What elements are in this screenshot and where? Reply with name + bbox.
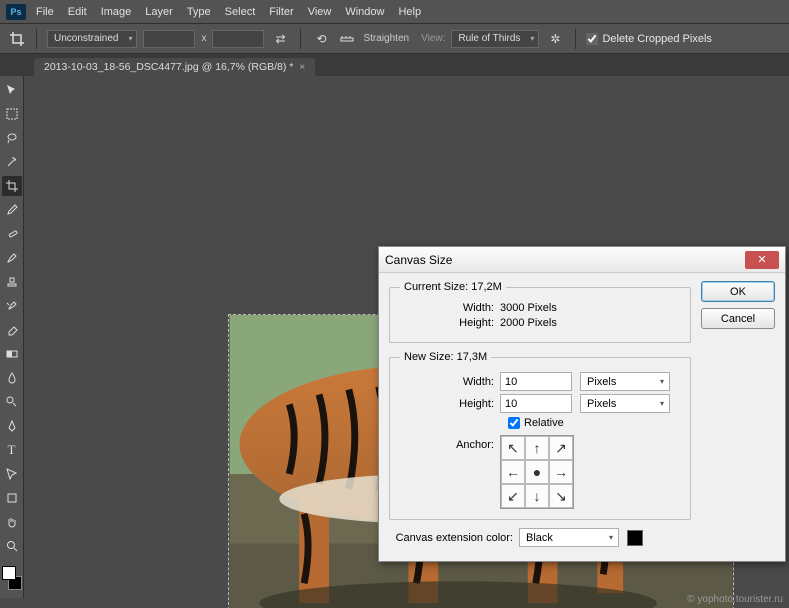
shape-tool-icon[interactable] bbox=[2, 488, 22, 508]
anchor-e[interactable]: → bbox=[549, 460, 573, 484]
menu-view[interactable]: View bbox=[308, 6, 332, 18]
watermark: © yophoto.tourister.ru bbox=[687, 594, 783, 605]
current-size-group: Current Size: 17,2M Width: 3000 Pixels H… bbox=[389, 281, 691, 343]
zoom-tool-icon[interactable] bbox=[2, 536, 22, 556]
wand-tool-icon[interactable] bbox=[2, 152, 22, 172]
document-tab[interactable]: 2013-10-03_18-56_DSC4477.jpg @ 16,7% (RG… bbox=[34, 58, 315, 76]
stamp-tool-icon[interactable] bbox=[2, 272, 22, 292]
extension-color-select[interactable]: Black bbox=[519, 528, 619, 547]
menu-bar: Ps File Edit Image Layer Type Select Fil… bbox=[0, 0, 789, 24]
new-size-group: New Size: 17,3M Width: Pixels Height: Pi… bbox=[389, 351, 691, 520]
fg-color-swatch[interactable] bbox=[2, 566, 16, 580]
anchor-w[interactable]: ← bbox=[501, 460, 525, 484]
current-width-label: Width: bbox=[400, 302, 500, 314]
divider bbox=[575, 29, 576, 49]
dialog-title-bar[interactable]: Canvas Size ✕ bbox=[379, 247, 785, 273]
straighten-label: Straighten bbox=[363, 33, 409, 44]
x-label: x bbox=[201, 33, 206, 44]
brush-tool-icon[interactable] bbox=[2, 248, 22, 268]
cancel-button[interactable]: Cancel bbox=[701, 308, 775, 329]
gear-icon[interactable]: ✲ bbox=[545, 29, 565, 49]
anchor-center[interactable]: ● bbox=[525, 460, 549, 484]
anchor-ne[interactable]: ↗ bbox=[549, 436, 573, 460]
eraser-tool-icon[interactable] bbox=[2, 320, 22, 340]
canvas-size-dialog: Canvas Size ✕ Current Size: 17,2M Width:… bbox=[378, 246, 786, 562]
menu-layer[interactable]: Layer bbox=[145, 6, 173, 18]
workspace: Canvas Size ✕ Current Size: 17,2M Width:… bbox=[0, 76, 789, 608]
view-mode-select[interactable]: Rule of Thirds bbox=[451, 30, 539, 48]
menu-filter[interactable]: Filter bbox=[269, 6, 293, 18]
menu-type[interactable]: Type bbox=[187, 6, 211, 18]
marquee-tool-icon[interactable] bbox=[2, 104, 22, 124]
new-height-unit-select[interactable]: Pixels bbox=[580, 394, 670, 413]
document-tab-bar: 2013-10-03_18-56_DSC4477.jpg @ 16,7% (RG… bbox=[0, 54, 789, 76]
anchor-s[interactable]: ↓ bbox=[525, 484, 549, 508]
anchor-nw[interactable]: ↖ bbox=[501, 436, 525, 460]
new-width-unit-select[interactable]: Pixels bbox=[580, 372, 670, 391]
extension-color-label: Canvas extension color: bbox=[389, 532, 519, 544]
anchor-sw[interactable]: ↙ bbox=[501, 484, 525, 508]
canvas-region[interactable]: Canvas Size ✕ Current Size: 17,2M Width:… bbox=[24, 76, 789, 608]
app-logo: Ps bbox=[6, 4, 26, 20]
menu-select[interactable]: Select bbox=[225, 6, 256, 18]
close-icon[interactable]: × bbox=[299, 62, 305, 73]
divider bbox=[300, 29, 301, 49]
new-height-input[interactable] bbox=[500, 394, 572, 413]
menu-file[interactable]: File bbox=[36, 6, 54, 18]
menu-image[interactable]: Image bbox=[101, 6, 132, 18]
swap-icon[interactable]: ⇄ bbox=[270, 29, 290, 49]
anchor-grid[interactable]: ↖ ↑ ↗ ← ● → ↙ ↓ ↘ bbox=[500, 435, 574, 509]
crop-mode-select[interactable]: Unconstrained bbox=[47, 30, 137, 48]
color-swatches[interactable] bbox=[2, 566, 22, 590]
crop-width-input[interactable] bbox=[143, 30, 195, 48]
anchor-label: Anchor: bbox=[400, 435, 500, 451]
crop-tool-icon bbox=[8, 30, 26, 48]
history-brush-tool-icon[interactable] bbox=[2, 296, 22, 316]
delete-cropped-checkbox[interactable]: Delete Cropped Pixels bbox=[586, 33, 711, 45]
type-tool-icon[interactable]: T bbox=[2, 440, 22, 460]
delete-cropped-label: Delete Cropped Pixels bbox=[602, 33, 711, 45]
heal-tool-icon[interactable] bbox=[2, 224, 22, 244]
path-tool-icon[interactable] bbox=[2, 464, 22, 484]
current-height-value: 2000 Pixels bbox=[500, 317, 580, 329]
new-height-label: Height: bbox=[400, 398, 500, 410]
crop-tool-icon[interactable] bbox=[2, 176, 22, 196]
tool-panel: T bbox=[0, 76, 24, 598]
current-width-value: 3000 Pixels bbox=[500, 302, 580, 314]
menu-help[interactable]: Help bbox=[398, 6, 421, 18]
relative-checkbox[interactable] bbox=[508, 417, 520, 429]
blur-tool-icon[interactable] bbox=[2, 368, 22, 388]
eyedropper-tool-icon[interactable] bbox=[2, 200, 22, 220]
divider bbox=[36, 29, 37, 49]
current-size-legend: Current Size: 17,2M bbox=[400, 281, 506, 293]
menu-edit[interactable]: Edit bbox=[68, 6, 87, 18]
anchor-n[interactable]: ↑ bbox=[525, 436, 549, 460]
new-width-input[interactable] bbox=[500, 372, 572, 391]
document-tab-title: 2013-10-03_18-56_DSC4477.jpg @ 16,7% (RG… bbox=[44, 61, 293, 73]
new-size-legend: New Size: 17,3M bbox=[400, 351, 491, 363]
menu-window[interactable]: Window bbox=[345, 6, 384, 18]
new-width-label: Width: bbox=[400, 376, 500, 388]
lasso-tool-icon[interactable] bbox=[2, 128, 22, 148]
options-bar: Unconstrained x ⇄ ⟲ Straighten View: Rul… bbox=[0, 24, 789, 54]
hand-tool-icon[interactable] bbox=[2, 512, 22, 532]
anchor-se[interactable]: ↘ bbox=[549, 484, 573, 508]
dodge-tool-icon[interactable] bbox=[2, 392, 22, 412]
dialog-title: Canvas Size bbox=[385, 253, 745, 267]
gradient-tool-icon[interactable] bbox=[2, 344, 22, 364]
refresh-icon[interactable]: ⟲ bbox=[311, 29, 331, 49]
ok-button[interactable]: OK bbox=[701, 281, 775, 302]
view-label: View: bbox=[421, 33, 445, 44]
delete-cropped-input[interactable] bbox=[586, 33, 598, 45]
move-tool-icon[interactable] bbox=[2, 80, 22, 100]
close-button[interactable]: ✕ bbox=[745, 251, 779, 269]
current-height-label: Height: bbox=[400, 317, 500, 329]
relative-label: Relative bbox=[524, 417, 564, 429]
extension-color-swatch[interactable] bbox=[627, 530, 643, 546]
straighten-icon[interactable] bbox=[337, 29, 357, 49]
crop-height-input[interactable] bbox=[212, 30, 264, 48]
pen-tool-icon[interactable] bbox=[2, 416, 22, 436]
